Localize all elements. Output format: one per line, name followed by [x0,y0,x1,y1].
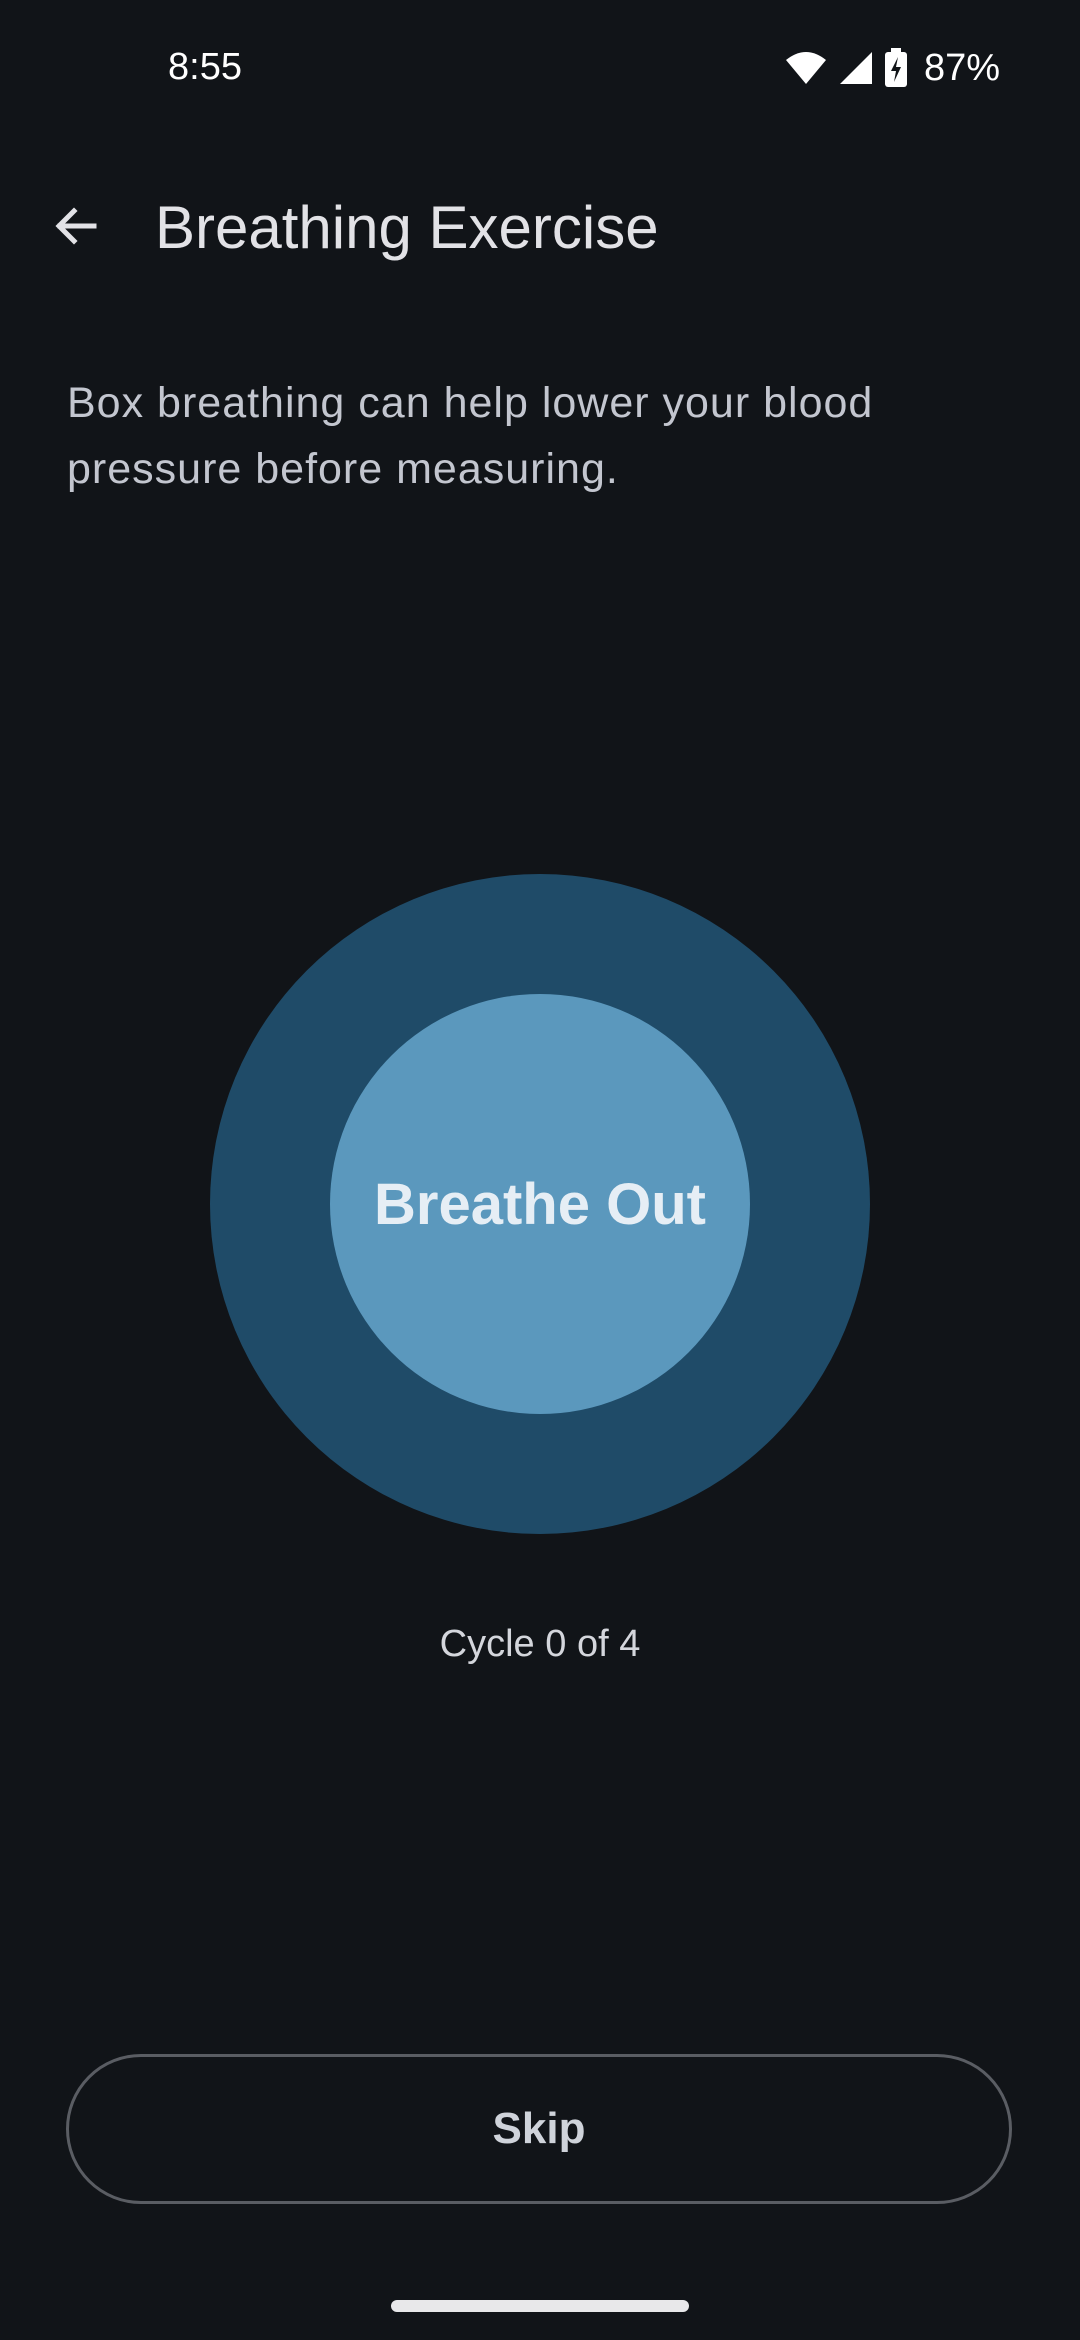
back-button[interactable] [36,188,116,268]
status-bar: 8:55 87% [0,0,1080,140]
gesture-navigation-bar[interactable] [391,2300,689,2312]
wifi-icon [784,50,828,86]
breathing-phase-label: Breathe Out [374,1171,706,1237]
description-text: Box breathing can help lower your blood … [67,379,874,493]
cell-signal-icon [838,50,874,86]
status-time: 8:55 [168,46,242,88]
battery-percent: 87% [923,46,1000,89]
cycle-counter: Cycle 0 of 4 [439,1623,641,1665]
status-icons: 87% [784,44,1000,92]
skip-button-label: Skip [492,2104,586,2153]
app-bar: Breathing Exercise [0,160,1080,288]
skip-button[interactable]: Skip [66,2054,1012,2204]
breathing-inner-circle: Breathe Out [330,994,750,1414]
battery-charging-icon [884,48,908,88]
arrow-back-icon [52,202,100,255]
page-title: Breathing Exercise [155,194,659,261]
